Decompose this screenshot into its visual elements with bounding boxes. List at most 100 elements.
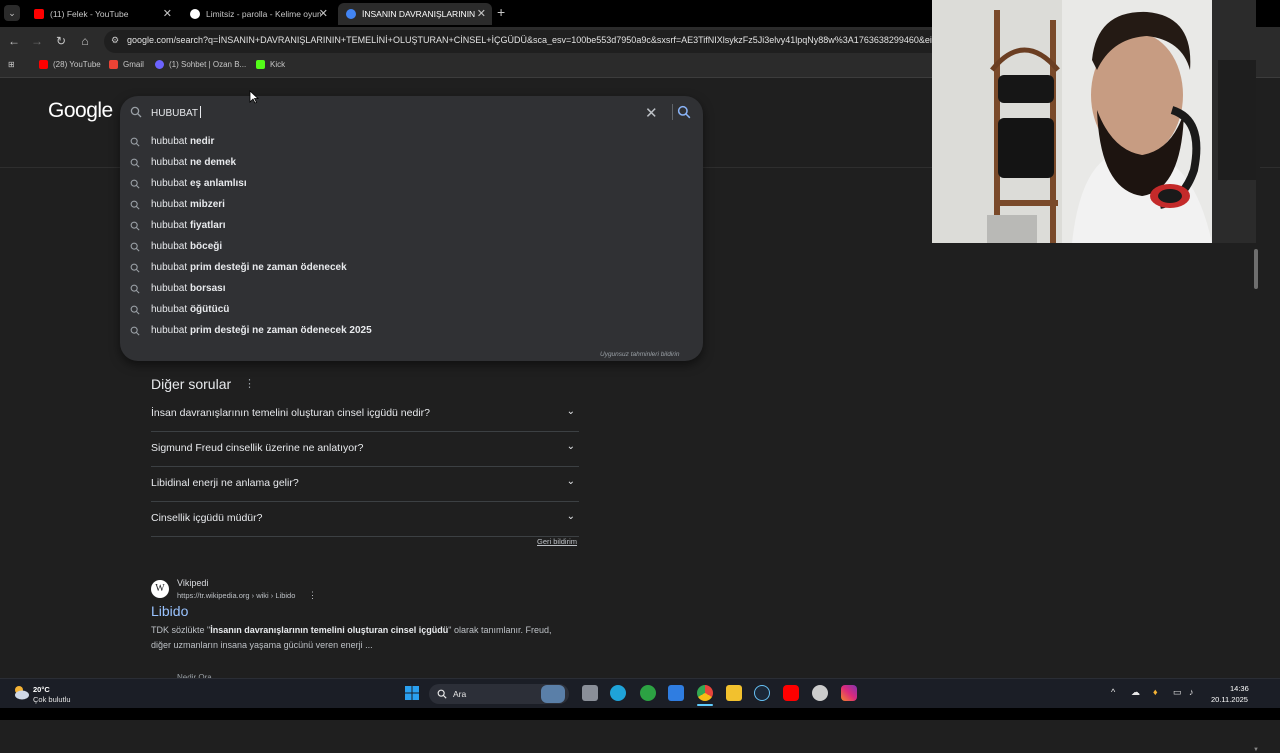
suggestion-item[interactable]: hububat öğütücü (120, 300, 703, 321)
address-bar[interactable]: ⚙ google.com/search?q=İNSANIN+DAVRANIŞLA… (104, 30, 944, 53)
report-predictions-link[interactable]: Uygunsuz tahminleri bildirin (600, 351, 679, 358)
chevron-down-icon[interactable]: ⌄ (567, 406, 575, 417)
parolla-favicon-icon (190, 9, 200, 19)
taskbar-search-box[interactable]: Ara (429, 684, 569, 704)
back-icon[interactable]: ← (6, 33, 22, 49)
suggestion-completion: böceği (189, 241, 223, 252)
suggestion-prefix: hububat (151, 241, 188, 252)
chevron-down-icon[interactable]: ⌄ (567, 511, 575, 522)
suggestion-item[interactable]: hububat fiyatları (120, 216, 703, 237)
new-tab-button[interactable]: + (497, 4, 505, 20)
chevron-down-icon[interactable]: ⌄ (567, 476, 575, 487)
webcam-overlay (932, 0, 1256, 243)
search-submit-icon[interactable] (677, 105, 691, 119)
bookmark-gmail[interactable]: Gmail (109, 60, 144, 69)
search-icon (437, 689, 447, 699)
chevron-down-icon[interactable]: ⌄ (567, 441, 575, 452)
more-options-icon[interactable]: ⋮ (244, 377, 255, 390)
chat-icon (155, 60, 164, 69)
search-icon (130, 284, 140, 294)
windows-taskbar: 20°C Çok bulutlu Ara ^ ☁ ♦ ▭ ♪ 14:36 20.… (0, 678, 1280, 708)
tray-overflow-icon[interactable]: ^ (1111, 687, 1115, 697)
suggestion-completion: borsası (189, 283, 226, 294)
bookmark-kick[interactable]: Kick (256, 60, 285, 69)
webcam-image (932, 0, 1256, 243)
bookmark-label: (1) Sohbet | Ozan B... (169, 60, 247, 69)
scroll-down-icon[interactable]: ▼ (1253, 747, 1259, 753)
suggestion-text: hububat borsası (151, 283, 226, 294)
bookmark-label: Kick (270, 60, 286, 69)
clock-date[interactable]: 20.11.2025 (1211, 695, 1248, 704)
weather-temperature[interactable]: 20°C (33, 685, 50, 694)
suggestion-prefix: hububat (151, 304, 188, 315)
scroll-thumb[interactable] (1254, 249, 1258, 289)
suggestion-completion: ne demek (189, 157, 237, 168)
result-menu-icon[interactable]: ⋮ (308, 590, 317, 601)
weather-cloud-icon[interactable] (12, 684, 30, 702)
question-row[interactable]: Libidinal enerji ne anlama gelir? ⌄ (151, 467, 579, 502)
file-explorer-icon[interactable] (726, 685, 742, 701)
reload-icon[interactable]: ↻ (53, 33, 69, 49)
question-row[interactable]: Sigmund Freud cinsellik üzerine ne anlat… (151, 432, 579, 467)
clear-search-icon[interactable]: ✕ (645, 104, 658, 122)
chrome-icon[interactable] (697, 685, 713, 701)
tab-parolla[interactable]: Limitsiz - parolla - Kelime oyunu ✕ (182, 3, 334, 25)
suggestion-completion: mibzeri (189, 199, 225, 210)
volume-icon[interactable]: ♪ (1189, 687, 1194, 697)
clock-time[interactable]: 14:36 (1230, 684, 1249, 693)
suggestion-completion: prim desteği ne zaman ödenecek 2025 (189, 325, 372, 336)
forward-icon[interactable]: → (29, 33, 45, 49)
home-icon[interactable]: ⌂ (77, 33, 93, 49)
suggestion-item[interactable]: hububat nedir (120, 132, 703, 153)
search-icon (130, 263, 140, 273)
microphone-icon[interactable]: ♦ (1153, 687, 1158, 697)
feedback-link[interactable]: Geri bildirim (537, 537, 577, 546)
windows-start-icon[interactable] (404, 685, 420, 701)
edge-icon[interactable] (610, 685, 626, 701)
task-view-icon[interactable] (582, 685, 598, 701)
apps-grid-icon[interactable]: ⊞ (8, 60, 15, 69)
suggestion-item[interactable]: hububat eş anlamlısı (120, 174, 703, 195)
weather-description[interactable]: Çok bulutlu (33, 695, 71, 704)
suggestion-completion: prim desteği ne zaman ödenecek (189, 262, 347, 273)
search-icon (130, 326, 140, 336)
site-info-icon[interactable]: ⚙ (111, 35, 119, 46)
instagram-icon[interactable] (841, 685, 857, 701)
suggestion-completion: eş anlamlısı (189, 178, 247, 189)
gmail-icon (109, 60, 118, 69)
search-query-text: HUBUBAT (151, 108, 199, 119)
bookmark-sohbet[interactable]: (1) Sohbet | Ozan B... (155, 60, 246, 69)
search-input[interactable]: HUBUBAT (151, 106, 202, 119)
search-autocomplete-panel: HUBUBAT ✕ hububat nedir hububat ne demek h… (120, 96, 703, 361)
tab-google-search[interactable]: İNSANIN DAVRANIŞLARININ TE ✕ (338, 3, 492, 25)
suggestion-item[interactable]: hububat mibzeri (120, 195, 703, 216)
google-logo[interactable]: Google (48, 99, 113, 123)
onedrive-icon[interactable]: ☁ (1131, 687, 1140, 698)
search-highlight-icon (541, 685, 565, 703)
suggestion-item[interactable]: hububat prim desteği ne zaman ödenecek 2… (120, 321, 703, 342)
tab-youtube[interactable]: (11) Felek - YouTube ✕ (26, 3, 178, 25)
question-row[interactable]: Cinsellik içgüdü müdür? ⌄ (151, 502, 579, 537)
suggestion-item[interactable]: hububat böceği (120, 237, 703, 258)
youtube-icon[interactable] (783, 685, 799, 701)
tab-title: Limitsiz - parolla - Kelime oyunu (206, 9, 321, 19)
close-tab-icon[interactable]: ✕ (163, 7, 172, 20)
result-title-link[interactable]: Libido (151, 603, 188, 619)
network-icon[interactable]: ▭ (1173, 687, 1182, 698)
suggestion-item[interactable]: hububat borsası (120, 279, 703, 300)
result-url: https://tr.wikipedia.org › wiki › Libido (177, 591, 296, 600)
tab-search-button[interactable]: ⌄ (4, 5, 20, 21)
close-tab-icon[interactable]: ✕ (319, 7, 328, 20)
bookmark-youtube[interactable]: (28) YouTube (39, 60, 101, 69)
suggestion-prefix: hububat (151, 262, 188, 273)
suggestion-item[interactable]: hububat prim desteği ne zaman ödenecek (120, 258, 703, 279)
steam-icon[interactable] (754, 685, 770, 701)
outlook-icon[interactable] (668, 685, 684, 701)
xbox-icon[interactable] (640, 685, 656, 701)
suggestion-prefix: hububat (151, 136, 188, 147)
obs-icon[interactable] (812, 685, 828, 701)
question-row[interactable]: İnsan davranışlarının temelini oluşturan… (151, 397, 579, 432)
search-icon (130, 179, 140, 189)
close-tab-icon[interactable]: ✕ (477, 7, 486, 20)
suggestion-item[interactable]: hububat ne demek (120, 153, 703, 174)
